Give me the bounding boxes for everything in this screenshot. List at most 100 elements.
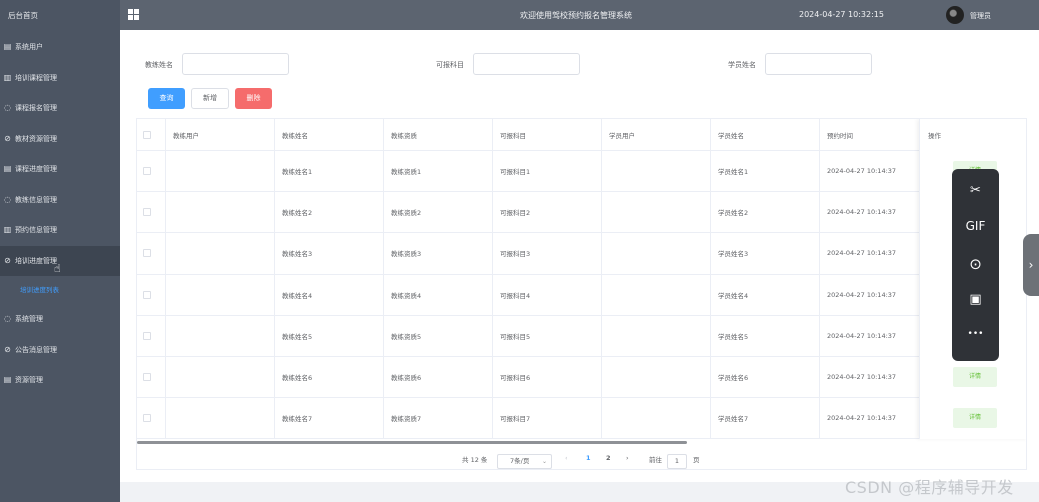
watermark: CSDN @程序辅导开发 (845, 478, 1014, 497)
horizontal-scrollbar[interactable] (137, 441, 687, 444)
row-checkbox[interactable] (143, 208, 151, 217)
row-select-cell (143, 316, 151, 356)
system-title: 欢迎使用驾校预约报名管理系统 (520, 11, 632, 20)
detail-button[interactable]: 详情 (953, 408, 997, 429)
sidebar-item-label: 教练信息管理 (15, 195, 57, 204)
goto-suffix: 页 (693, 456, 700, 464)
cell-coach-name: 教练姓名5 (282, 332, 313, 341)
sidebar-item-9[interactable]: ◌ 系统管理 (0, 304, 120, 335)
chat-icon: ◌ (4, 314, 11, 324)
mouse-cursor-icon: ☝ (54, 262, 61, 275)
cell-subject: 可报科目6 (500, 374, 531, 383)
page-size-value: 7条/页 (510, 457, 530, 465)
add-button[interactable]: 新增 (191, 88, 229, 109)
sidebar-item-1[interactable]: ▤ 系统用户 (0, 32, 120, 63)
sidebar-item-11[interactable]: ▤ 资源管理 (0, 365, 120, 396)
sidebar-item-6[interactable]: ◌ 教练信息管理 (0, 185, 120, 216)
cell-qual: 教练资质5 (391, 332, 422, 341)
cell-qual: 教练资质6 (391, 374, 422, 383)
table-row[interactable]: 教练姓名6 教练资质6 可报科目6 学员姓名6 2024-04-27 10:14:37 (137, 357, 1026, 399)
data-table: 教练用户 教练姓名 教练资质 可报科目 学员用户 学员姓名 预约时间 操作教练姓名1 教练资质1… (136, 118, 1027, 470)
select-all-checkbox[interactable] (143, 130, 151, 139)
scissors-icon[interactable]: ✂ (952, 183, 999, 198)
next-page-button[interactable]: › (626, 454, 629, 462)
row-checkbox[interactable] (143, 414, 151, 423)
sidebar-item-label: 培训课程管理 (15, 73, 57, 82)
row-select-cell (143, 233, 151, 273)
sidebar-home[interactable]: 后台首页 (0, 0, 120, 32)
subject-input[interactable] (473, 53, 580, 75)
table-row[interactable]: 教练姓名1 教练资质1 可报科目1 学员姓名1 2024-04-27 10:14:37 (137, 151, 1026, 193)
image-icon[interactable]: ▣ (952, 292, 999, 307)
cell-coach-name: 教练姓名1 (282, 168, 313, 177)
column-header[interactable]: 教练姓名 (282, 119, 308, 150)
cell-coach-name: 教练姓名2 (282, 209, 313, 218)
row-checkbox[interactable] (143, 167, 151, 176)
avatar[interactable] (946, 6, 964, 24)
pager-total: 共 12 条 (462, 456, 488, 464)
chat-icon: ◌ (4, 194, 11, 204)
delete-button[interactable]: 删除 (235, 88, 272, 109)
column-header[interactable]: 教练资质 (391, 119, 417, 150)
column-divider (274, 119, 275, 439)
row-checkbox[interactable] (143, 290, 151, 299)
user-name[interactable]: 管理员 (970, 11, 991, 21)
table-row[interactable]: 教练姓名5 教练资质5 可报科目5 学员姓名5 2024-04-27 10:14:37 (137, 316, 1026, 357)
prev-page-button[interactable]: ‹ (565, 454, 568, 462)
coach-name-input[interactable] (182, 53, 289, 75)
detail-button[interactable]: 详情 (953, 367, 997, 387)
query-button[interactable]: 查询 (148, 88, 185, 109)
row-checkbox[interactable] (143, 249, 151, 258)
cell-time: 2024-04-27 10:14:37 (827, 414, 897, 423)
column-header[interactable]: 预约时间 (827, 119, 853, 150)
column-divider (165, 119, 166, 439)
page-1-button[interactable]: 1 (586, 454, 591, 462)
submenu-item-progress-list[interactable]: 培训进度列表 (0, 276, 120, 304)
column-divider (819, 119, 820, 439)
page-size-select[interactable]: 7条/页 ⌄ (497, 454, 552, 469)
page-2-button[interactable]: 2 (606, 454, 611, 462)
menu-grid-icon[interactable] (128, 9, 139, 20)
gif-icon[interactable]: GIF (952, 219, 999, 233)
column-header[interactable]: 教练用户 (173, 119, 199, 150)
table-row[interactable]: 教练姓名4 教练资质4 可报科目4 学员姓名4 2024-04-27 10:14:37 (137, 275, 1026, 316)
sidebar-item-label: 课程进度管理 (15, 165, 57, 174)
chat-icon: ◌ (4, 103, 11, 113)
row-select-cell (143, 398, 151, 438)
chevron-down-icon: ⌄ (541, 458, 547, 465)
sidebar-item-7[interactable]: ▥ 预约信息管理 (0, 215, 120, 246)
record-icon[interactable]: ⊙ (952, 255, 999, 273)
cell-qual: 教练资质4 (391, 291, 422, 300)
more-icon[interactable]: ••• (952, 329, 999, 339)
row-checkbox[interactable] (143, 373, 151, 382)
side-expand-tab[interactable]: › (1023, 234, 1039, 296)
cell-student-name: 学员姓名7 (718, 415, 749, 424)
column-header[interactable]: 学员用户 (609, 119, 635, 150)
column-divider (383, 119, 384, 439)
doc-icon: ▤ (3, 42, 12, 52)
goto-page-input[interactable]: 1 (667, 454, 687, 469)
sidebar-item-3[interactable]: ◌ 课程报名管理 (0, 93, 120, 124)
cell-subject: 可报科目2 (500, 209, 531, 218)
main-content: 教练姓名 可报科目 学员姓名 查询 新增 删除 教练用户 教练姓名 教练资质 可报科目… (120, 30, 1039, 502)
content-panel: 教练姓名 可报科目 学员姓名 查询 新增 删除 教练用户 教练姓名 教练资质 可报科目… (120, 30, 1039, 482)
table-row[interactable]: 教练姓名2 教练资质2 可报科目2 学员姓名2 2024-04-27 10:14:37 (137, 192, 1026, 234)
cell-student-name: 学员姓名6 (718, 374, 749, 383)
column-header[interactable]: 学员姓名 (718, 119, 744, 150)
sidebar-item-10[interactable]: ⊘ 公告消息管理 (0, 335, 120, 366)
table-header: 教练用户 教练姓名 教练资质 可报科目 学员用户 学员姓名 预约时间 操作 (137, 119, 1026, 151)
sidebar-item-5[interactable]: ▤ 课程进度管理 (0, 154, 120, 185)
coach-name-label: 教练姓名 (145, 61, 173, 69)
sidebar: 后台首页 ▤ 系统用户 ▥ 培训课程管理 ◌ 课程报名管理 ⊘ 教材资源管理 ▤ 课程进度管理 ◌ 教… (0, 0, 120, 502)
row-checkbox[interactable] (143, 331, 151, 340)
select-all-cell (143, 119, 151, 150)
sidebar-item-2[interactable]: ▥ 培训课程管理 (0, 63, 120, 94)
sidebar-item-4[interactable]: ⊘ 教材资源管理 (0, 124, 120, 155)
table-row[interactable]: 教练姓名7 教练资质7 可报科目7 学员姓名7 2024-04-27 10:14:37 (137, 398, 1026, 440)
sidebar-item-label: 培训进度管理 (15, 256, 57, 265)
column-header[interactable]: 可报科目 (500, 119, 526, 150)
student-name-input[interactable] (765, 53, 872, 75)
table-row[interactable]: 教练姓名3 教练资质3 可报科目3 学员姓名3 2024-04-27 10:14:37 (137, 233, 1026, 275)
cell-time: 2024-04-27 10:14:37 (827, 290, 897, 299)
cell-time: 2024-04-27 10:14:37 (827, 331, 897, 340)
